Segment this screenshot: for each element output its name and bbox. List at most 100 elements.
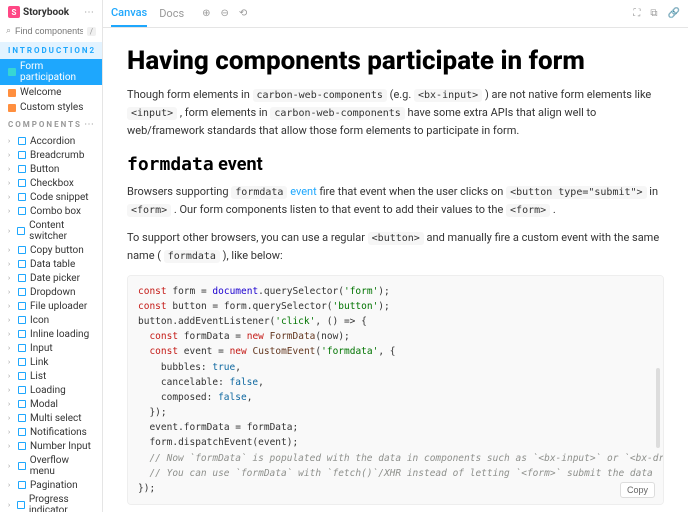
paragraph-1: Though form elements in carbon-web-compo… [127,86,664,140]
search-input[interactable] [15,26,83,36]
component-label: Number Input [30,441,91,452]
component-button[interactable]: ›Button [0,162,102,176]
section-label: INTRODUCTION [8,46,90,55]
inline-code: <button> [368,232,424,245]
nav-item-form-participation[interactable]: Form participation [0,59,102,85]
component-icon [18,386,26,394]
brand-text: Storybook [23,7,69,18]
chevron-right-icon: › [8,344,14,352]
component-icon [18,414,26,422]
component-modal[interactable]: ›Modal [0,397,102,411]
component-data-table[interactable]: ›Data table [0,257,102,271]
component-icon [18,274,26,282]
chevron-right-icon: › [8,246,14,254]
code-block: const form = document.querySelector('for… [127,275,664,506]
component-icon [18,481,26,489]
component-loading[interactable]: › Loading [0,383,102,397]
component-icon [18,288,26,296]
chevron-right-icon: › [8,179,14,187]
ellipsis-icon[interactable]: ⋯ [84,7,94,18]
component-notifications[interactable]: ›Notifications [0,425,102,439]
component-checkbox[interactable]: › Checkbox [0,176,102,190]
component-content-switcher[interactable]: › Content switcher [0,218,102,243]
component-icon [18,400,26,408]
doc-icon [8,104,16,112]
zoom-out-icon[interactable]: ⊖ [221,8,229,19]
zoom-reset-icon[interactable]: ⟲ [239,8,247,19]
component-label: Inline loading [30,329,89,340]
chevron-right-icon: › [8,302,14,310]
component-icon [18,330,26,338]
component-icon[interactable]: ›Icon [0,313,102,327]
component-label: Link [30,357,48,368]
chevron-right-icon: › [8,400,14,408]
chevron-right-icon: › [8,462,14,470]
nav-item-welcome[interactable]: Welcome [0,85,102,100]
component-label: Notifications [30,427,87,438]
open-new-icon[interactable]: ⧉ [650,8,657,19]
toolbar-right: ⛶ ⧉ 🔗 [633,8,680,19]
component-label: Dropdown [30,287,76,298]
chevron-right-icon: › [8,227,13,235]
ellipsis-icon[interactable]: ⋯ [84,119,94,130]
component-label: Input [30,343,53,354]
component-overflow-menu[interactable]: › Overflow menu [0,453,102,478]
link-icon[interactable]: 🔗 [668,8,680,19]
chevron-right-icon: › [8,193,14,201]
storybook-logo[interactable]: S Storybook [8,6,69,18]
component-pagination[interactable]: ›Pagination [0,478,102,492]
chevron-right-icon: › [8,386,14,394]
component-label: Content switcher [29,220,94,242]
component-icon [18,372,26,380]
component-copy-button[interactable]: › Copy button [0,243,102,257]
component-dropdown[interactable]: ›Dropdown [0,285,102,299]
nav-item-label: Form participation [20,61,94,83]
section-introduction[interactable]: INTRODUCTION 2 [0,42,102,59]
component-label: Icon [30,315,49,326]
component-code-snippet[interactable]: › Code snippet [0,190,102,204]
zoom-in-icon[interactable]: ⊕ [202,8,210,19]
nav-item-label: Welcome [20,87,61,98]
component-label: Code snippet [30,192,89,203]
component-icon [18,193,26,201]
event-link[interactable]: event [290,185,317,198]
chevron-right-icon: › [8,414,14,422]
component-number-input[interactable]: ›Number Input [0,439,102,453]
component-icon [18,302,26,310]
toolbar-zoom: ⊕ ⊖ ⟲ [202,8,247,19]
main: Canvas Docs ⊕ ⊖ ⟲ ⛶ ⧉ 🔗 Having component… [103,0,688,512]
component-icon [18,151,26,159]
sidebar-header: S Storybook ⋯ [0,0,102,24]
storybook-icon: S [8,6,20,18]
search-icon: ⌕ [6,26,11,36]
component-combo-box[interactable]: ›Combo box [0,204,102,218]
fullscreen-icon[interactable]: ⛶ [633,8,640,19]
chevron-right-icon: › [8,165,14,173]
section-components[interactable]: COMPONENTS ⋯ [0,115,102,134]
component-icon [17,227,25,235]
component-label: Progress indicator [29,494,94,512]
component-list[interactable]: ›List [0,369,102,383]
tab-canvas[interactable]: Canvas [111,0,147,27]
tab-docs[interactable]: Docs [159,0,184,27]
component-icon [18,442,26,450]
page-title: Having components participate in form [127,46,664,76]
component-progress-indicator[interactable]: ›Progress indicator [0,492,102,512]
nav-item-label: Custom styles [20,102,83,113]
component-accordion[interactable]: ›Accordion [0,134,102,148]
component-multi-select[interactable]: ›Multi select [0,411,102,425]
component-inline-loading[interactable]: ›Inline loading [0,327,102,341]
component-label: Overflow menu [30,455,94,477]
section-badge: 2 [90,46,97,55]
component-label: Checkbox [30,178,74,189]
nav-item-custom-styles[interactable]: Custom styles [0,100,102,115]
component-file-uploader[interactable]: ›File uploader [0,299,102,313]
component-icon [18,260,26,268]
component-date-picker[interactable]: ›Date picker [0,271,102,285]
component-link[interactable]: ›Link [0,355,102,369]
component-label: Copy button [30,245,84,256]
component-input[interactable]: › Input [0,341,102,355]
component-breadcrumb[interactable]: ›Breadcrumb [0,148,102,162]
copy-button[interactable]: Copy [620,482,655,498]
component-label: Loading [30,385,66,396]
